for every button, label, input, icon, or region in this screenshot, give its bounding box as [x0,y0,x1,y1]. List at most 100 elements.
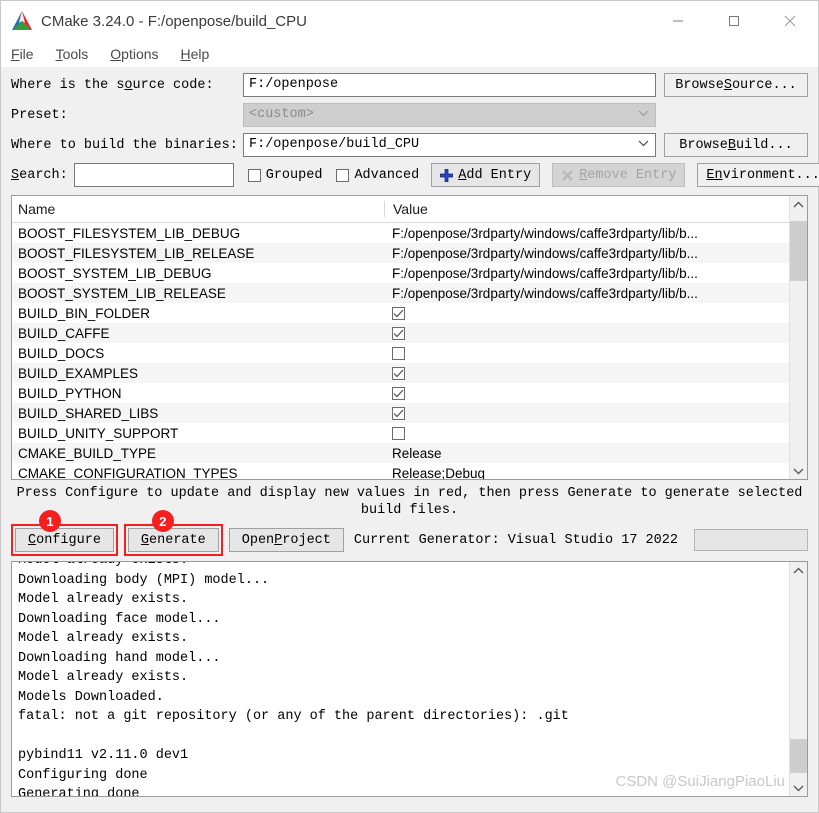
remove-entry-label: Remove Entry [579,168,676,183]
cache-variable-name: BOOST_SYSTEM_LIB_RELEASE [18,285,226,301]
search-label: Search: [11,168,68,183]
grouped-checkbox-wrap[interactable]: Grouped [247,168,322,183]
build-path-combobox[interactable]: F:/openpose/build_CPU [243,133,656,157]
preset-row: Preset: <custom> [11,103,808,127]
table-row[interactable]: BOOST_FILESYSTEM_LIB_DEBUG F:/openpose/3r… [12,223,789,243]
build-binaries-row: Where to build the binaries: F:/openpose… [11,133,808,157]
action-button-row: 1 Configure 2 Generate Open Project Curr… [11,510,808,556]
table-row[interactable]: BUILD_UNITY_SUPPORT [12,423,789,443]
generate-button[interactable]: Generate [127,528,219,552]
grouped-checkbox[interactable] [247,168,261,182]
cache-variable-value[interactable]: F:/openpose/3rdparty/windows/caffe3rdpar… [384,246,789,261]
log-line: Model already exists. [18,631,189,646]
table-row[interactable]: BUILD_DOCS [12,343,789,363]
browse-source-button[interactable]: Browse Source... [664,73,808,97]
scrollbar-track[interactable] [790,213,807,462]
cache-variable-value[interactable] [384,406,789,420]
menu-item-file[interactable]: File [11,46,34,62]
add-entry-button[interactable]: Add Entry [431,163,541,187]
checkbox-checked-icon[interactable] [392,326,405,340]
environment-button[interactable]: En vironment... [697,163,819,187]
chevron-down-icon[interactable] [790,462,807,479]
configure-button[interactable]: Configure [15,528,114,552]
column-header-name[interactable]: Name [12,201,384,217]
search-label-post: arch: [27,167,68,183]
log-line: Model already exists. [18,562,789,571]
browse-source-mnemonic: S [723,77,732,93]
cache-variable-name: BOOST_FILESYSTEM_LIB_DEBUG [18,225,241,241]
source-label-mnemonic: o [124,77,133,93]
scrollbar-thumb[interactable] [790,221,807,281]
table-row[interactable]: BUILD_EXAMPLES [12,363,789,383]
checkbox-unchecked-icon[interactable] [392,346,405,360]
browse-build-button[interactable]: Browse Build... [664,133,808,157]
cache-variable-value[interactable] [384,326,789,340]
hint-text: Press Configure to update and display ne… [11,485,808,519]
table-row[interactable]: BOOST_SYSTEM_LIB_RELEASE F:/openpose/3rdp… [12,283,789,303]
minimize-icon[interactable] [650,1,706,41]
menu-help-mnemonic: H [180,46,191,62]
remove-entry-post: emove Entry [587,167,677,183]
menu-options-mnemonic: O [110,46,122,62]
log-scrollbar[interactable] [789,562,807,796]
environment-mnemonic: n [714,167,723,183]
progress-bar [694,529,808,551]
table-row[interactable]: BUILD_PYTHON [12,383,789,403]
cache-variable-value[interactable]: F:/openpose/3rdparty/windows/caffe3rdpar… [384,266,789,281]
cache-variable-value[interactable]: F:/openpose/3rdparty/windows/caffe3rdpar… [384,226,789,241]
advanced-checkbox-wrap[interactable]: Advanced [336,168,419,183]
search-input[interactable] [73,163,234,187]
cache-variable-value[interactable] [384,306,789,320]
open-project-button[interactable]: Open Project [228,528,344,552]
cache-variable-value[interactable] [384,386,789,400]
window-controls [650,1,818,41]
preset-combobox: <custom> [243,103,656,127]
menu-item-options[interactable]: Options [110,46,158,62]
table-row[interactable]: BUILD_SHARED_LIBS [12,403,789,423]
browse-build-pre: Browse [679,137,728,153]
chevron-up-icon[interactable] [790,196,807,213]
log-output-body[interactable]: Model already exists.Downloading body (M… [12,562,789,796]
cache-variable-name: BOOST_SYSTEM_LIB_DEBUG [18,265,212,281]
column-header-value[interactable]: Value [384,201,789,217]
maximize-icon[interactable] [706,1,762,41]
chevron-down-icon[interactable] [638,134,649,156]
source-path-input[interactable]: F:/openpose [243,73,656,97]
cache-variable-value[interactable]: Release;Debug [384,466,789,480]
log-line: Downloading face model... [18,611,221,627]
advanced-checkbox[interactable] [336,168,350,182]
log-scrollbar-thumb[interactable] [790,739,807,773]
checkbox-checked-icon[interactable] [392,306,405,320]
checkbox-checked-icon[interactable] [392,366,405,380]
cache-variable-value[interactable]: F:/openpose/3rdparty/windows/caffe3rdpar… [384,286,789,301]
table-row[interactable]: BOOST_SYSTEM_LIB_DEBUG F:/openpose/3rdpar… [12,263,789,283]
chevron-up-icon[interactable] [790,562,807,579]
cmake-logo-icon [9,9,35,33]
log-scrollbar-track[interactable] [790,579,807,779]
browse-build-mnemonic: B [727,137,736,153]
open-project-pre: Open [241,532,275,548]
cache-variable-value[interactable] [384,366,789,380]
table-row[interactable]: BOOST_FILESYSTEM_LIB_RELEASE F:/openpose/… [12,243,789,263]
search-label-mnemonic-pre: S [11,167,20,183]
cache-variables-table: Name Value BOOST_FILESYSTEM_LIB_DEBUG F:/… [11,195,808,480]
log-line: Downloading hand model... [18,650,221,666]
cache-variable-value[interactable] [384,426,789,440]
table-row[interactable]: CMAKE_BUILD_TYPE Release [12,443,789,463]
close-icon[interactable] [762,1,818,41]
menu-item-tools[interactable]: Tools [56,46,89,62]
chevron-down-icon[interactable] [790,779,807,796]
table-row[interactable]: BUILD_CAFFE [12,323,789,343]
checkbox-unchecked-icon[interactable] [392,426,405,440]
cache-table-scrollbar[interactable] [789,196,807,479]
cache-variable-value[interactable]: Release [384,446,789,461]
menu-item-help[interactable]: Help [181,46,210,62]
checkbox-checked-icon[interactable] [392,406,405,420]
cache-variable-value[interactable] [384,346,789,360]
checkbox-checked-icon[interactable] [392,386,405,400]
table-row[interactable]: BUILD_BIN_FOLDER [12,303,789,323]
cache-variable-name: BUILD_DOCS [18,345,105,361]
preset-value: <custom> [249,107,314,122]
table-row[interactable]: CMAKE_CONFIGURATION_TYPES Release;Debug [12,463,789,480]
hint-line-1: Press Configure to update and display ne… [16,486,803,501]
